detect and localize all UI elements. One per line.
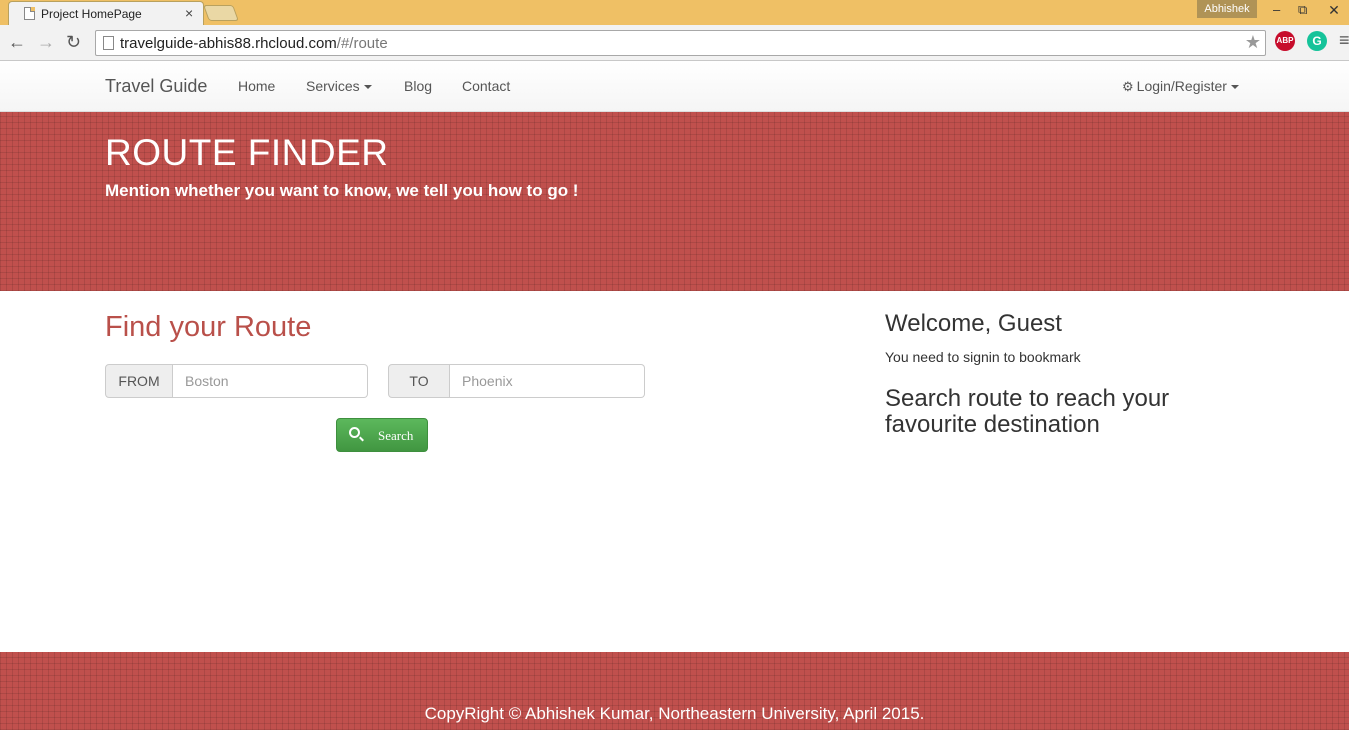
browser-toolbar: ← → ↻ travelguide-abhis88.rhcloud.com/#/… bbox=[0, 25, 1349, 61]
from-input[interactable] bbox=[173, 364, 368, 398]
page-subtitle: Mention whether you want to know, we tel… bbox=[105, 181, 579, 200]
caret-down-icon bbox=[363, 85, 372, 90]
find-route-heading: Find your Route bbox=[105, 311, 312, 343]
signin-message: You need to signin to bookmark bbox=[885, 349, 1081, 365]
copyright-text: CopyRight © Abhishek Kumar, Northeastern… bbox=[424, 704, 925, 723]
search-button-label: Search bbox=[378, 428, 414, 443]
page-icon bbox=[24, 7, 35, 20]
minimize-icon[interactable]: – bbox=[1273, 2, 1280, 17]
reload-icon[interactable]: ↻ bbox=[66, 32, 81, 53]
from-input-group: FROM bbox=[105, 364, 368, 398]
search-button[interactable]: Search bbox=[336, 418, 428, 452]
caret-down-icon bbox=[1230, 85, 1239, 90]
close-icon[interactable]: × bbox=[185, 5, 193, 21]
address-bar[interactable]: travelguide-abhis88.rhcloud.com/#/route … bbox=[95, 30, 1266, 56]
site-footer: CopyRight © Abhishek Kumar, Northeastern… bbox=[0, 652, 1349, 730]
tab-title: Project HomePage bbox=[41, 7, 142, 21]
forward-icon[interactable]: → bbox=[37, 32, 55, 53]
back-icon[interactable]: ← bbox=[8, 32, 26, 53]
from-label: FROM bbox=[105, 364, 173, 398]
brand-link[interactable]: Travel Guide bbox=[105, 76, 207, 97]
site-navbar: Travel Guide Home Services Blog Contact … bbox=[0, 62, 1349, 112]
url-text: travelguide-abhis88.rhcloud.com/#/route bbox=[120, 35, 388, 52]
login-register-dropdown[interactable]: ⚙ Login/Register bbox=[1122, 78, 1239, 95]
welcome-heading: Welcome, Guest bbox=[885, 310, 1062, 337]
browser-titlebar: Project HomePage × Abhishek – ⧉ ✕ bbox=[0, 0, 1349, 25]
to-label: TO bbox=[388, 364, 450, 398]
page-icon bbox=[103, 36, 114, 50]
nav-blog[interactable]: Blog bbox=[404, 78, 432, 94]
restore-icon[interactable]: ⧉ bbox=[1298, 2, 1307, 18]
nav-home[interactable]: Home bbox=[238, 78, 275, 94]
grammarly-icon[interactable]: G bbox=[1307, 31, 1327, 51]
adblock-icon[interactable]: ABP bbox=[1275, 31, 1295, 51]
browser-tab[interactable]: Project HomePage × bbox=[8, 1, 204, 25]
search-icon bbox=[349, 427, 360, 438]
menu-icon[interactable]: ≡ bbox=[1339, 30, 1349, 51]
page-title: ROUTE FINDER bbox=[105, 132, 389, 173]
to-input[interactable] bbox=[450, 364, 645, 398]
gear-icon: ⚙ bbox=[1122, 79, 1134, 94]
nav-services[interactable]: Services bbox=[306, 78, 372, 94]
hero-banner: ROUTE FINDER Mention whether you want to… bbox=[0, 112, 1349, 291]
new-tab-button[interactable] bbox=[203, 5, 239, 21]
bookmark-star-icon[interactable]: ★ bbox=[1245, 32, 1261, 53]
search-cta-heading: Search route to reach your favourite des… bbox=[885, 385, 1170, 438]
to-input-group: TO bbox=[388, 364, 645, 398]
nav-contact[interactable]: Contact bbox=[462, 78, 510, 94]
profile-badge[interactable]: Abhishek bbox=[1197, 0, 1257, 18]
window-close-icon[interactable]: ✕ bbox=[1319, 0, 1349, 20]
